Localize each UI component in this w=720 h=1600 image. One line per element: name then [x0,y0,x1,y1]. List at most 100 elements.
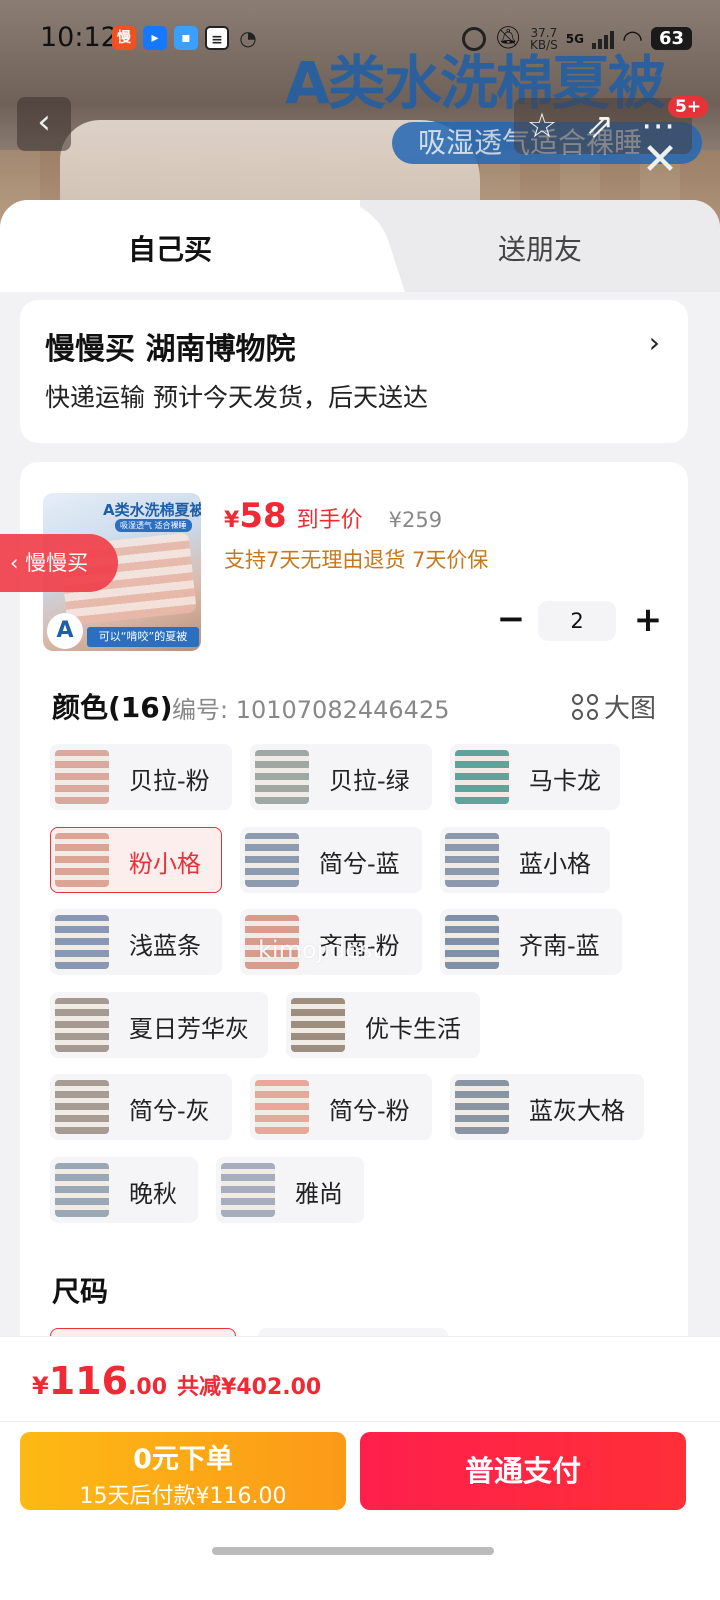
color-option-label: 蓝灰大格 [529,1097,625,1125]
color-swatch-image [55,915,109,969]
color-option[interactable]: 浅蓝条 [50,909,222,975]
color-option[interactable]: 贝拉-绿 [250,744,432,810]
back-button[interactable]: ‹ [17,97,71,151]
color-option-label: 简兮-粉 [329,1097,410,1125]
size-heading: 尺码 [52,1275,109,1308]
message-badge: 5+ [668,96,709,118]
signal-icon [591,29,614,49]
tab-buy-for-self[interactable]: 自己买 [128,228,212,268]
color-option-label: 夏日芳华灰 [129,1014,249,1043]
network-type: 5G [565,31,584,46]
color-swatch-image [221,1162,275,1217]
status-time: 10:12 [40,22,118,53]
color-swatch-image [245,832,299,887]
chevron-right-icon: › [648,326,660,359]
grid-icon [571,693,598,720]
total-price: ¥ 116 .00 共减¥402.00 [32,1359,321,1403]
quantity-stepper: − 2 + [490,600,670,642]
increase-button[interactable]: + [632,600,664,642]
final-price: 58 [239,496,287,536]
battery-indicator: 63 [650,27,692,50]
color-swatch-image [291,997,345,1052]
alarm-icon [462,26,487,51]
share-icon[interactable]: ⇗ [580,106,620,146]
original-price: ¥259 [388,508,443,532]
color-heading: 颜色(16) [52,691,173,724]
color-option-label: 贝拉-绿 [329,767,410,795]
color-option[interactable]: 齐南-蓝 [440,909,622,975]
tab-gift-to-friend[interactable]: 送朋友 [498,228,582,268]
normal-pay-button[interactable]: 普通支付 [360,1432,686,1510]
color-option[interactable]: 优卡生活 [286,991,480,1058]
wifi-icon: ◠ [621,24,643,53]
color-option-label: 粉小格 [129,849,201,878]
currency-symbol: ¥ [224,508,240,533]
pay-later-title: 0元下单 [133,1444,233,1475]
color-option-label: 贝拉-粉 [129,767,210,795]
app-notification-icon: 慢 [112,26,136,50]
delivery-info: 快递运输 预计今天发货，后天送达 [45,383,428,412]
total-integer: 116 [48,1359,129,1403]
color-option[interactable]: 简兮-蓝 [240,826,422,893]
notification-icons: 慢 ▸ ▪ ≡ ◔ [112,26,260,50]
color-swatch-image [55,1080,109,1134]
color-option[interactable]: 贝拉-粉 [50,744,232,810]
color-option[interactable]: 夏日芳华灰 [50,991,268,1058]
app-notification-icon: ▪ [174,26,198,50]
thumb-subtitle: 吸湿透气 适合裸睡 [115,519,192,532]
color-option[interactable]: 蓝灰大格 [450,1074,644,1140]
pay-later-subtitle: 15天后付款¥116.00 [79,1484,287,1509]
mute-icon: 🔕︎ [494,26,523,51]
color-option-label: 齐南-蓝 [519,932,600,960]
sku-number: 编号: 10107082446425 [172,696,450,724]
quantity-input[interactable]: 2 [538,601,616,641]
color-option[interactable]: 晚秋 [50,1156,198,1223]
watermark: kimojidesu [258,936,388,964]
color-swatch-image [55,832,109,887]
color-option[interactable]: 简兮-粉 [250,1074,432,1140]
color-swatch-image [445,915,499,969]
color-option-label: 浅蓝条 [129,932,201,960]
divider [0,1421,720,1422]
decrease-button[interactable]: − [496,600,526,642]
color-option-label: 简兮-蓝 [319,849,400,878]
purchase-tabs: 自己买 送朋友 [0,200,720,292]
total-saving: 共减¥402.00 [177,1375,322,1400]
color-swatch-image [55,997,109,1052]
address-card[interactable]: 慢慢买 湖南博物院 › 快递运输 预计今天发货，后天送达 [20,300,688,443]
total-currency: ¥ [32,1372,49,1400]
grade-a-logo: A [47,613,83,649]
side-return-tag[interactable]: ‹ 慢慢买 [0,534,118,592]
color-swatch-image [55,750,109,804]
return-guarantee: 支持7天无理由退货 7天价保 [224,548,489,572]
color-option[interactable]: 雅尚 [216,1156,364,1223]
color-option[interactable]: 马卡龙 [450,744,620,810]
checkout-bar: ¥ 116 .00 共减¥402.00 0元下单 15天后付款¥116.00 普… [0,1336,720,1600]
color-swatch-image [255,1080,309,1134]
total-decimal: .00 [128,1375,168,1400]
color-option-label: 简兮-灰 [129,1097,210,1125]
net-speed: 37.7 KB/S [530,25,558,52]
close-icon[interactable]: ✕ [640,138,680,182]
color-option-label: 晚秋 [129,1179,177,1208]
color-swatch-image [455,750,509,804]
favorite-star-icon[interactable]: ☆ [522,106,562,146]
pay-later-button[interactable]: 0元下单 15天后付款¥116.00 [20,1432,346,1510]
status-bar: 10:12 慢 ▸ ▪ ≡ ◔ 🔕︎ 37.7 KB/S 5G ◠ 63 [0,20,720,60]
color-swatch-image [255,750,309,804]
thumb-caption: 可以“啃咬”的夏被 [87,627,199,647]
big-image-toggle[interactable]: 大图 [571,688,656,725]
color-option-label: 蓝小格 [519,849,591,878]
color-option-label: 雅尚 [295,1179,343,1208]
thumb-title: A类水洗棉夏被 [103,501,201,519]
big-image-label: 大图 [603,694,656,724]
color-option[interactable]: 简兮-灰 [50,1074,232,1140]
home-indicator[interactable] [212,1547,494,1555]
color-swatch-image [55,1162,109,1217]
color-option-label: 马卡龙 [529,767,601,795]
final-price-label: 到手价 [296,508,363,533]
color-option[interactable]: 蓝小格 [440,826,610,893]
color-swatch-image [445,832,499,887]
app-notification-icon: ▸ [143,26,167,50]
color-option[interactable]: 粉小格 [50,826,222,893]
